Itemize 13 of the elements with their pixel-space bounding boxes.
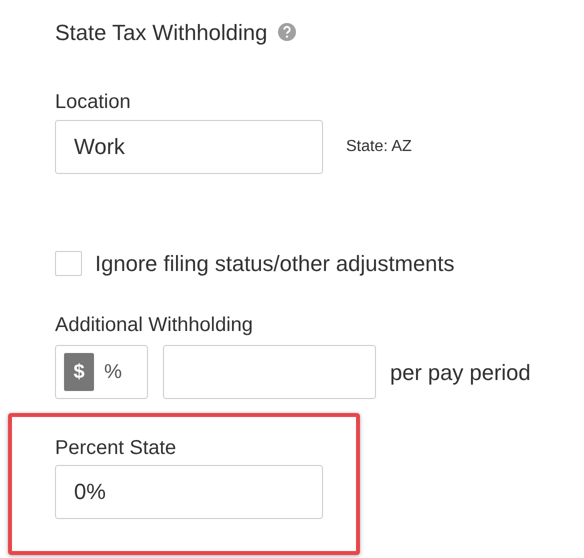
help-icon[interactable]: [277, 22, 298, 42]
suffix-text: per pay period: [390, 358, 531, 387]
field-label: Percent State: [55, 436, 178, 460]
unit-option[interactable]: $: [64, 353, 94, 391]
amount-field[interactable]: [163, 345, 376, 399]
location-field[interactable]: Work: [55, 120, 323, 174]
checkbox[interactable]: [55, 251, 82, 276]
percent-field[interactable]: 0%: [55, 465, 323, 519]
field-label: Location: [55, 90, 132, 114]
section-title: State Tax Withholding: [55, 18, 268, 47]
checkbox-label: Ignore filing status/other adjustments: [95, 250, 455, 278]
field-label: Additional Withholding: [55, 313, 254, 337]
state-text: State: AZ: [346, 137, 412, 157]
